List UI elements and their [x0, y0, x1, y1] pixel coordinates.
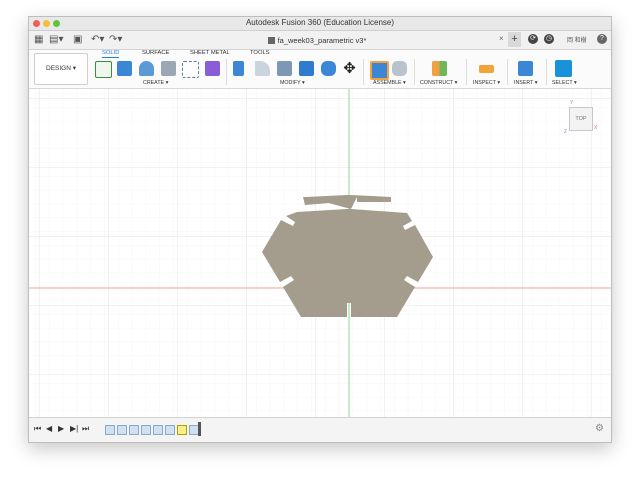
divider [466, 59, 467, 85]
close-tab-button[interactable]: × [499, 34, 504, 43]
form-icon[interactable] [205, 61, 220, 76]
pattern-icon[interactable] [182, 61, 199, 78]
previous-step-button[interactable]: ◀ [46, 424, 52, 433]
timeline-sketch-feature[interactable] [129, 425, 139, 435]
shell-icon[interactable] [299, 61, 314, 76]
last-frame-button[interactable]: ⏭ [82, 424, 89, 434]
3d-viewport[interactable]: TOP Y X Z [29, 89, 611, 417]
window-title: Autodesk Fusion 360 (Education License) [245, 18, 395, 27]
timeline-settings-gear-icon[interactable]: ⚙ [595, 423, 604, 434]
construct-menu[interactable]: CONSTRUCT ▾ [420, 80, 457, 86]
combine-icon[interactable] [321, 61, 336, 76]
fillet-icon[interactable] [255, 61, 270, 76]
tab-sheet-metal[interactable]: SHEET METAL [190, 50, 230, 56]
create-sketch-icon[interactable] [95, 61, 112, 78]
new-component-icon[interactable] [370, 61, 389, 80]
timeline-sketch-feature[interactable] [105, 425, 115, 435]
job-status-icon[interactable]: ⟳ [528, 34, 538, 44]
file-menu-icon[interactable]: ▤▾ [49, 34, 63, 46]
select-menu[interactable]: SELECT ▾ [552, 80, 577, 86]
divider [507, 59, 508, 85]
new-tab-button[interactable]: + [508, 32, 521, 47]
viewcube-x-label: X [594, 125, 598, 131]
revolve-icon[interactable] [139, 61, 154, 76]
timeline-extrude-feature[interactable] [153, 425, 163, 435]
divider [414, 59, 415, 85]
divider [363, 59, 364, 85]
undo-icon[interactable]: ↶▾ [91, 34, 104, 46]
viewcube-z-label: Z [564, 129, 568, 135]
workspace-switcher[interactable]: DESIGN ▾ [34, 53, 88, 85]
timeline-sketch-feature[interactable] [117, 425, 127, 435]
document-tab-bar: ▦ ▤▾ ▣ ↶▾ ↷▾ fa_week03_parametric v3* × … [29, 31, 611, 50]
grid-menu-icon[interactable]: ▦ [34, 34, 43, 46]
document-tab-label: fa_week03_parametric v3* [277, 36, 367, 45]
inspect-menu[interactable]: INSPECT ▾ [473, 80, 500, 86]
move-icon[interactable]: ✥ [342, 61, 357, 76]
modify-menu[interactable]: MODIFY ▾ [280, 80, 305, 86]
insert-menu[interactable]: INSERT ▾ [514, 80, 537, 86]
fusion-window: Autodesk Fusion 360 (Education License) … [28, 16, 612, 443]
next-step-button[interactable]: ▶| [70, 424, 78, 433]
play-button[interactable]: ▶ [58, 424, 64, 433]
timeline-marker[interactable] [198, 422, 201, 436]
tab-solid[interactable]: SOLID [102, 50, 120, 58]
title-bar: Autodesk Fusion 360 (Education License) [29, 17, 611, 31]
box-icon[interactable] [161, 61, 176, 76]
first-frame-button[interactable]: ⏮ [34, 424, 41, 434]
timeline-extrude-feature[interactable] [165, 425, 175, 435]
document-tab[interactable]: fa_week03_parametric v3* [217, 34, 417, 47]
press-pull-icon[interactable] [233, 61, 244, 76]
user-account[interactable]: 岡 和樹 [567, 35, 587, 44]
viewcube-y-label: Y [570, 100, 574, 106]
document-cube-icon [267, 37, 275, 44]
viewport-canvas[interactable] [29, 89, 611, 417]
insert-image-icon[interactable] [518, 61, 533, 76]
joint-icon[interactable] [392, 61, 407, 76]
save-icon[interactable]: ▣ [73, 34, 82, 46]
tab-tools[interactable]: TOOLS [250, 50, 270, 56]
offset-plane-icon[interactable] [432, 61, 447, 76]
notifications-icon[interactable]: ◷ [544, 34, 554, 44]
divider [226, 59, 227, 85]
timeline-extrude-feature[interactable] [141, 425, 151, 435]
divider [546, 59, 547, 85]
select-icon[interactable] [555, 60, 572, 77]
view-cube[interactable]: TOP [569, 107, 593, 131]
assemble-menu[interactable]: ASSEMBLE ▾ [373, 80, 406, 86]
chamfer-icon[interactable] [277, 61, 292, 76]
tab-surface[interactable]: SURFACE [142, 50, 169, 56]
help-icon[interactable]: ? [597, 34, 607, 44]
timeline-bar: ⏮ ◀ ▶ ▶| ⏭ ⚙ [29, 417, 611, 442]
toolbar-ribbon: DESIGN ▾ SOLID SURFACE SHEET METAL TOOLS… [29, 50, 611, 89]
extrude-icon[interactable] [117, 61, 132, 76]
measure-icon[interactable] [479, 65, 494, 73]
redo-icon[interactable]: ↷▾ [109, 34, 122, 46]
timeline-selected-feature[interactable] [177, 425, 187, 435]
create-menu[interactable]: CREATE ▾ [143, 80, 168, 86]
